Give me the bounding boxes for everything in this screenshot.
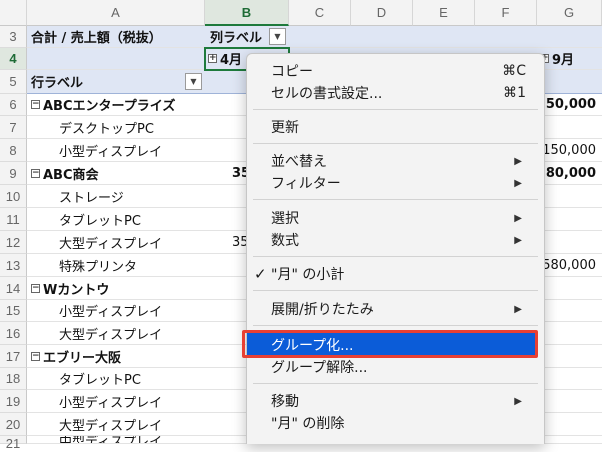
row-label: ストレージ bbox=[59, 190, 124, 206]
row-label: 小型ディスプレイ bbox=[59, 144, 163, 160]
column-header-a[interactable]: A bbox=[27, 0, 205, 26]
triangle-right-icon: ▶ bbox=[514, 177, 522, 189]
value-cell: 150,000 bbox=[536, 97, 596, 112]
row-labels-header: 行ラベル bbox=[31, 76, 84, 91]
shortcut: ⌘1 bbox=[503, 85, 526, 101]
pivot-header-row: 合計 / 売上額（税抜） 列ラベル ▼ bbox=[27, 26, 602, 48]
row-header[interactable]: 16 bbox=[0, 322, 27, 345]
row-label: 大型ディスプレイ bbox=[59, 327, 163, 343]
menu-item-move[interactable]: 移動 ▶ bbox=[247, 390, 544, 412]
row-label: 大型ディスプレイ bbox=[59, 418, 163, 434]
row-header[interactable]: 13 bbox=[0, 254, 27, 277]
collapse-icon[interactable]: − bbox=[31, 283, 40, 293]
row-header[interactable]: 5 bbox=[0, 70, 27, 94]
menu-item-delete[interactable]: "月" の削除 bbox=[247, 412, 544, 434]
triangle-right-icon: ▶ bbox=[514, 303, 522, 315]
menu-item-filter[interactable]: フィルター ▶ bbox=[247, 172, 544, 194]
row-header[interactable]: 12 bbox=[0, 231, 27, 254]
row-header[interactable]: 3 bbox=[0, 26, 27, 48]
menu-item-formula[interactable]: 数式 ▶ bbox=[247, 229, 544, 251]
row-header[interactable]: 7 bbox=[0, 116, 27, 139]
row-label: エブリー大阪 bbox=[43, 350, 122, 366]
collapse-icon[interactable]: − bbox=[31, 100, 40, 109]
menu-separator bbox=[253, 256, 538, 257]
shortcut: ⌘C bbox=[502, 63, 526, 79]
menu-item-sort[interactable]: 並べ替え ▶ bbox=[247, 150, 544, 172]
row-label: ABC商会 bbox=[43, 167, 99, 183]
row-label: 大型ディスプレイ bbox=[59, 236, 163, 252]
triangle-right-icon: ▶ bbox=[514, 155, 522, 167]
row-label: 中型ディスプレイ bbox=[59, 436, 163, 444]
select-all-corner[interactable] bbox=[0, 0, 27, 26]
column-header-e[interactable]: E bbox=[413, 0, 475, 26]
value-cell: 580,000 bbox=[542, 257, 596, 273]
menu-item-select[interactable]: 選択 ▶ bbox=[247, 207, 544, 229]
row-header[interactable]: 15 bbox=[0, 300, 27, 322]
menu-item-subtotal[interactable]: ✓ "月" の小計 bbox=[247, 263, 544, 285]
column-header-c[interactable]: C bbox=[289, 0, 351, 26]
row-label: 小型ディスプレイ bbox=[59, 395, 163, 411]
value-header: 合計 / 売上額（税抜） bbox=[31, 31, 162, 46]
row-header[interactable]: 8 bbox=[0, 139, 27, 162]
menu-item-format-cells[interactable]: セルの書式設定... ⌘1 bbox=[247, 82, 544, 104]
menu-separator bbox=[253, 383, 538, 384]
column-header-d[interactable]: D bbox=[351, 0, 413, 26]
menu-separator bbox=[253, 325, 538, 326]
row-header[interactable]: 21 bbox=[0, 436, 27, 451]
row-header[interactable]: 19 bbox=[0, 390, 27, 413]
menu-separator bbox=[253, 143, 538, 144]
menu-separator bbox=[253, 109, 538, 110]
chevron-down-icon: ▼ bbox=[190, 77, 197, 86]
checkmark-icon: ✓ bbox=[254, 265, 267, 283]
collapse-icon[interactable]: − bbox=[31, 351, 40, 361]
chevron-down-icon: ▼ bbox=[274, 32, 281, 41]
row-label: Wカントウ bbox=[43, 282, 110, 298]
column-header-b[interactable]: B bbox=[205, 0, 289, 26]
triangle-right-icon: ▶ bbox=[514, 234, 522, 246]
row-header[interactable]: 20 bbox=[0, 413, 27, 436]
menu-item-ungroup[interactable]: グループ解除... bbox=[247, 356, 544, 378]
menu-item-refresh[interactable]: 更新 bbox=[247, 116, 544, 138]
menu-separator bbox=[253, 199, 538, 200]
triangle-right-icon: ▶ bbox=[514, 212, 522, 224]
row-header[interactable]: 18 bbox=[0, 368, 27, 390]
row-label: ABCエンタープライズ bbox=[43, 99, 176, 114]
column-header-f[interactable]: F bbox=[475, 0, 537, 26]
row-header[interactable]: 14 bbox=[0, 277, 27, 300]
row-header[interactable]: 9 bbox=[0, 162, 27, 185]
triangle-right-icon: ▶ bbox=[514, 395, 522, 407]
menu-item-expand-collapse[interactable]: 展開/折りたたみ ▶ bbox=[247, 298, 544, 320]
value-cell: 150,000 bbox=[542, 142, 596, 158]
row-header[interactable]: 6 bbox=[0, 94, 27, 116]
value-cell: 580,000 bbox=[536, 165, 596, 181]
row-header[interactable]: 17 bbox=[0, 345, 27, 368]
row-label: デスクトップPC bbox=[59, 121, 154, 137]
menu-item-copy[interactable]: コピー ⌘C bbox=[247, 60, 544, 82]
column-header-g[interactable]: G bbox=[537, 0, 602, 26]
context-menu: コピー ⌘C セルの書式設定... ⌘1 更新 並べ替え ▶ フィルター ▶ 選択 ▶ 数… bbox=[246, 53, 545, 444]
row-header[interactable]: 10 bbox=[0, 185, 27, 208]
column-labels-header: 列ラベル bbox=[210, 31, 263, 46]
row-header[interactable]: 4 bbox=[0, 48, 27, 70]
highlight-annotation-box bbox=[242, 330, 538, 358]
row-label: 特殊プリンタ bbox=[59, 259, 138, 275]
row-label: タブレットPC bbox=[59, 213, 141, 229]
row-header[interactable]: 11 bbox=[0, 208, 27, 231]
column-filter-dropdown[interactable]: ▼ bbox=[269, 28, 286, 45]
menu-separator bbox=[253, 290, 538, 291]
month-sep-header[interactable]: +9月 bbox=[540, 48, 574, 69]
row-label: タブレットPC bbox=[59, 373, 141, 388]
row-label: 小型ディスプレイ bbox=[59, 305, 163, 320]
collapse-icon[interactable]: − bbox=[31, 168, 40, 178]
row-filter-dropdown[interactable]: ▼ bbox=[185, 73, 202, 90]
